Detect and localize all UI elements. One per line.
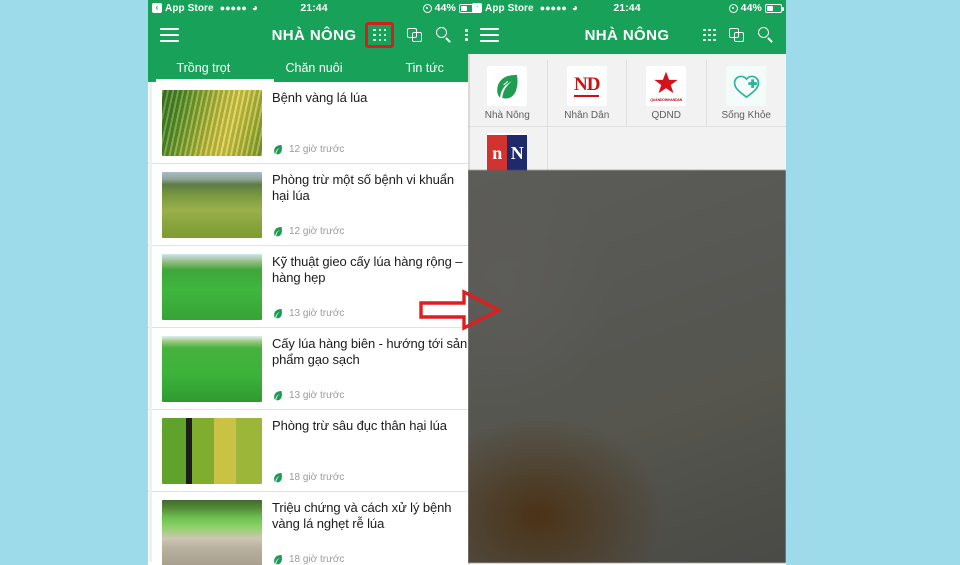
tabs-icon[interactable]	[729, 27, 745, 43]
tabs-icon[interactable]	[407, 27, 423, 43]
list-item[interactable]: Phòng trừ một số bệnh vi khuẩn hại lúa 1…	[148, 164, 480, 246]
app-tile-nhan-dan[interactable]: ND Nhân Dân	[548, 60, 627, 126]
article-meta: 18 giờ trước	[272, 553, 470, 565]
list-item[interactable]: Bệnh vàng lá lúa 12 giờ trước	[148, 82, 480, 164]
article-thumbnail	[162, 418, 262, 484]
more-vertical-icon[interactable]	[465, 29, 468, 41]
article-title: Kỹ thuật gieo cấy lúa hàng rộng – hàng h…	[272, 254, 463, 286]
article-thumbnail	[162, 336, 262, 402]
article-title: Phòng trừ một số bệnh vi khuẩn hại lúa	[272, 172, 455, 204]
leaf-icon	[274, 473, 282, 483]
article-time: 18 giờ trước	[289, 472, 345, 483]
search-icon[interactable]	[758, 27, 774, 43]
app-grid-highlight-box	[365, 21, 395, 49]
red-right-arrow	[418, 288, 502, 332]
right-app-bar-actions	[703, 27, 774, 43]
app-drawer-row: Nhà Nông ND Nhân Dân QUANDOINHANDAN QDND…	[468, 60, 786, 126]
list-item[interactable]: Triệu chứng và cách xử lý bệnh vàng lá n…	[148, 492, 480, 565]
battery-icon	[765, 3, 784, 13]
leaf-icon	[274, 227, 282, 237]
article-body: Phòng trừ sâu đục thân hại lúa 18 giờ tr…	[272, 418, 470, 484]
list-item[interactable]: Phòng trừ sâu đục thân hại lúa 18 giờ tr…	[148, 410, 480, 492]
hamburger-menu-icon[interactable]	[160, 28, 179, 42]
article-thumbnail	[162, 90, 262, 156]
location-icon	[728, 3, 738, 13]
left-app-bar-actions	[365, 21, 468, 49]
hamburger-menu-icon[interactable]	[480, 28, 499, 42]
list-item[interactable]: Cấy lúa hàng biên - hướng tới sản phẩm g…	[148, 328, 480, 410]
article-meta: 12 giờ trước	[272, 225, 470, 238]
article-thumbnail	[162, 500, 262, 565]
article-time: 12 giờ trước	[289, 226, 345, 237]
nn-app-icon: n N	[487, 133, 528, 173]
tab-tin-tuc[interactable]: Tin tức	[369, 61, 480, 75]
left-status-bar: ‹ App Store ●●●●● ◕ 21:44 44%	[148, 0, 480, 16]
left-app-bar: NHÀ NÔNG	[148, 16, 480, 54]
app-tile-nha-nong[interactable]: Nhà Nông	[468, 60, 548, 126]
active-tab-indicator	[156, 79, 274, 82]
leaf-app-icon	[487, 66, 528, 106]
tab-trong-trot[interactable]: Trồng trọt	[148, 61, 259, 75]
article-time: 12 giờ trước	[289, 144, 345, 155]
right-status-bar: ‹ App Store ●●●●● ◕ 21:44 44%	[468, 0, 786, 16]
status-right-cluster: 44%	[728, 2, 784, 14]
article-title: Phòng trừ sâu đục thân hại lúa	[272, 418, 447, 433]
status-right-cluster: 44%	[422, 2, 478, 14]
article-title: Cấy lúa hàng biên - hướng tới sản phẩm g…	[272, 336, 468, 368]
app-tile-label: QDND	[651, 110, 681, 121]
battery-icon	[459, 3, 478, 13]
leaf-icon	[274, 555, 282, 565]
app-grid-icon[interactable]	[703, 28, 716, 42]
article-body: Cấy lúa hàng biên - hướng tới sản phẩm g…	[272, 336, 470, 402]
tab-chan-nuoi[interactable]: Chăn nuôi	[259, 61, 370, 75]
search-icon[interactable]	[436, 27, 452, 43]
right-app-bar: NHÀ NÔNG	[468, 16, 786, 54]
article-time: 13 giờ trước	[289, 308, 345, 319]
left-phone-screenshot: ‹ App Store ●●●●● ◕ 21:44 44% NHÀ NÔNG T…	[148, 0, 480, 565]
article-meta: 12 giờ trước	[272, 143, 470, 156]
article-title: Bệnh vàng lá lúa	[272, 90, 368, 105]
battery-percent-label: 44%	[740, 2, 762, 14]
leaf-icon	[274, 391, 282, 401]
nd-app-icon: ND	[566, 66, 607, 106]
article-thumbnail	[162, 172, 262, 238]
app-tile-label: Nhà Nông	[484, 110, 530, 121]
article-body: Phòng trừ một số bệnh vi khuẩn hại lúa 1…	[272, 172, 470, 238]
right-phone-screenshot: ‹ App Store ●●●●● ◕ 21:44 44% NHÀ NÔNG N…	[468, 0, 786, 565]
article-meta: 13 giờ trước	[272, 389, 470, 402]
location-icon	[422, 3, 432, 13]
article-title: Triệu chứng và cách xử lý bệnh vàng lá n…	[272, 500, 452, 532]
list-scrollbar[interactable]	[149, 82, 152, 562]
article-time: 13 giờ trước	[289, 390, 345, 401]
article-body: Bệnh vàng lá lúa 12 giờ trước	[272, 90, 470, 156]
article-body: Triệu chứng và cách xử lý bệnh vàng lá n…	[272, 500, 470, 565]
leaf-icon	[274, 309, 282, 319]
app-tile-label: Nhân Dân	[564, 110, 610, 121]
article-meta: 18 giờ trước	[272, 471, 470, 484]
app-tile-song-khoe[interactable]: Sống Khỏe	[707, 60, 787, 126]
nd-app-icon-text: ND	[574, 73, 600, 95]
article-time: 18 giờ trước	[289, 554, 345, 565]
app-tile-qdnd[interactable]: QUANDOINHANDAN QDND	[627, 60, 707, 126]
blurred-webview-content[interactable]	[468, 170, 786, 563]
heart-cross-app-icon	[726, 66, 767, 106]
left-tab-strip: Trồng trọt Chăn nuôi Tin tức	[148, 54, 480, 82]
app-grid-icon[interactable]	[373, 28, 387, 42]
leaf-icon	[274, 145, 282, 155]
star-app-icon: QUANDOINHANDAN	[646, 66, 687, 106]
battery-percent-label: 44%	[434, 2, 456, 14]
article-thumbnail	[162, 254, 262, 320]
app-tile-label: Sống Khỏe	[721, 110, 772, 121]
